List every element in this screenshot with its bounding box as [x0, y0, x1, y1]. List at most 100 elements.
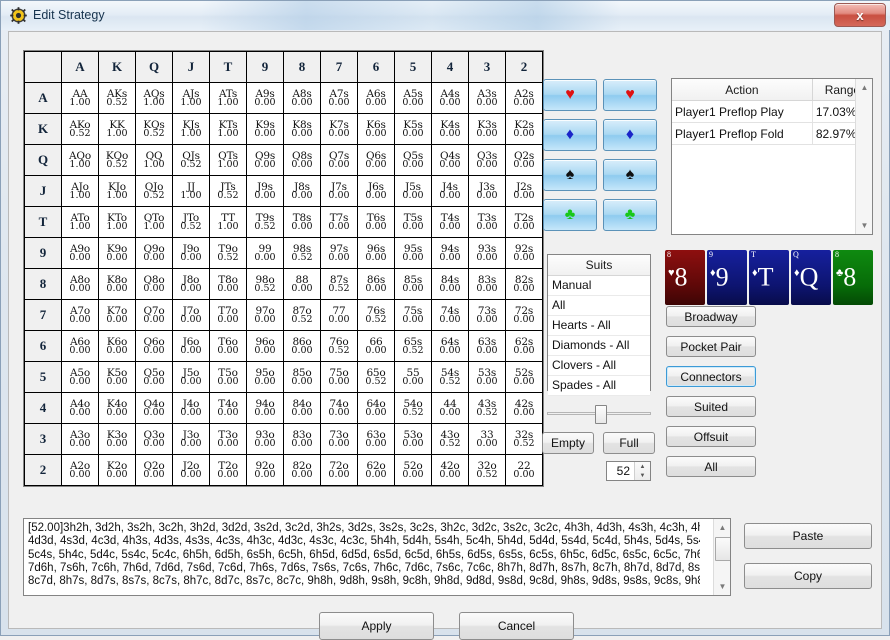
hand-cell[interactable]: 33 0.00 — [468, 423, 506, 455]
hand-cell[interactable]: 82o 0.00 — [283, 454, 321, 486]
hand-cell[interactable]: A8o 0.00 — [61, 268, 99, 300]
hand-cell[interactable]: 88 0.00 — [283, 268, 321, 300]
hand-cell[interactable]: Q4s 0.00 — [431, 144, 469, 176]
table-row[interactable]: Player1 Preflop Fold 82.97% — [672, 122, 872, 145]
hand-cell[interactable]: K6s 0.00 — [357, 113, 395, 145]
hand-cell[interactable]: 84o 0.00 — [283, 392, 321, 424]
hand-cell[interactable]: T4o 0.00 — [209, 392, 247, 424]
hand-cell[interactable]: 92s 0.00 — [505, 237, 543, 269]
hand-cell[interactable]: T6s 0.00 — [357, 206, 395, 238]
hand-cell[interactable]: 52o 0.00 — [394, 454, 432, 486]
hand-cell[interactable]: A3o 0.00 — [61, 423, 99, 455]
hand-cell[interactable]: 65o 0.52 — [357, 361, 395, 393]
hand-cell[interactable]: JTo 0.52 — [172, 206, 210, 238]
hand-cell[interactable]: K3o 0.00 — [98, 423, 136, 455]
hand-cell[interactable]: Q7s 0.00 — [320, 144, 358, 176]
card-q-diamonds[interactable]: Q ♦Q — [791, 250, 831, 305]
hand-cell[interactable]: 32o 0.52 — [468, 454, 506, 486]
full-button[interactable]: Full — [603, 432, 655, 454]
hand-cell[interactable]: AQo 1.00 — [61, 144, 99, 176]
hand-cell[interactable]: 66 0.00 — [357, 330, 395, 362]
hand-cell[interactable]: J6o 0.00 — [172, 330, 210, 362]
empty-button[interactable]: Empty — [542, 432, 594, 454]
hand-cell[interactable]: A7o 0.00 — [61, 299, 99, 331]
hand-cell[interactable]: AA 1.00 — [61, 82, 99, 114]
paste-button[interactable]: Paste — [744, 523, 872, 549]
hand-cell[interactable]: TT 1.00 — [209, 206, 247, 238]
hand-cell[interactable]: J4s 0.00 — [431, 175, 469, 207]
hand-cell[interactable]: 93s 0.00 — [468, 237, 506, 269]
hand-cell[interactable]: J9s 0.00 — [246, 175, 284, 207]
weight-slider[interactable] — [547, 404, 651, 424]
all-button[interactable]: All — [666, 456, 756, 477]
hand-cell[interactable]: 84s 0.00 — [431, 268, 469, 300]
hand-cell[interactable]: J6s 0.00 — [357, 175, 395, 207]
hand-cell[interactable]: 64o 0.00 — [357, 392, 395, 424]
hand-cell[interactable]: QJs 0.52 — [172, 144, 210, 176]
hand-cell[interactable]: 42o 0.00 — [431, 454, 469, 486]
spinner-down-icon[interactable]: ▼ — [635, 471, 650, 480]
hand-cell[interactable]: J8o 0.00 — [172, 268, 210, 300]
hand-cell[interactable]: 86s 0.00 — [357, 268, 395, 300]
hand-cell[interactable]: K2o 0.00 — [98, 454, 136, 486]
hand-cell[interactable]: T2o 0.00 — [209, 454, 247, 486]
hand-cell[interactable]: K9s 0.00 — [246, 113, 284, 145]
hand-cell[interactable]: Q3s 0.00 — [468, 144, 506, 176]
hand-cell[interactable]: 98s 0.52 — [283, 237, 321, 269]
hand-cell[interactable]: Q2s 0.00 — [505, 144, 543, 176]
copy-button[interactable]: Copy — [744, 563, 872, 589]
hand-cell[interactable]: KTs 1.00 — [209, 113, 247, 145]
hand-cell[interactable]: Q3o 0.00 — [135, 423, 173, 455]
hand-cell[interactable]: 53s 0.00 — [468, 361, 506, 393]
suit-button-club-2[interactable]: ♣ — [603, 199, 657, 231]
hand-cell[interactable]: 94s 0.00 — [431, 237, 469, 269]
scroll-up-icon[interactable]: ▲ — [714, 519, 730, 536]
hand-cell[interactable]: A9s 0.00 — [246, 82, 284, 114]
hand-cell[interactable]: 74o 0.00 — [320, 392, 358, 424]
hand-cell[interactable]: Q4o 0.00 — [135, 392, 173, 424]
hand-cell[interactable]: 97s 0.00 — [320, 237, 358, 269]
offsuit-button[interactable]: Offsuit — [666, 426, 756, 447]
hand-cell[interactable]: T8s 0.00 — [283, 206, 321, 238]
hand-cell[interactable]: 87s 0.52 — [320, 268, 358, 300]
hand-cell[interactable]: K2s 0.00 — [505, 113, 543, 145]
count-spinner[interactable]: 52 ▲ ▼ — [606, 461, 651, 481]
suits-list-item[interactable]: Diamonds - All — [548, 336, 650, 356]
hand-cell[interactable]: K4o 0.00 — [98, 392, 136, 424]
hand-cell[interactable]: 87o 0.52 — [283, 299, 321, 331]
hand-cell[interactable]: T9s 0.52 — [246, 206, 284, 238]
hand-cell[interactable]: A2o 0.00 — [61, 454, 99, 486]
hand-cell[interactable]: T4s 0.00 — [431, 206, 469, 238]
hand-cell[interactable]: 62s 0.00 — [505, 330, 543, 362]
close-button[interactable]: x — [834, 3, 886, 27]
hand-cell[interactable]: J2o 0.00 — [172, 454, 210, 486]
hand-cell[interactable]: 83o 0.00 — [283, 423, 321, 455]
card-9-diamonds[interactable]: 9 ♦9 — [707, 250, 747, 305]
hand-cell[interactable]: T2s 0.00 — [505, 206, 543, 238]
hand-cell[interactable]: KTo 1.00 — [98, 206, 136, 238]
hand-cell[interactable]: AKo 0.52 — [61, 113, 99, 145]
hand-cell[interactable]: QJo 0.52 — [135, 175, 173, 207]
hand-cell[interactable]: T8o 0.00 — [209, 268, 247, 300]
hand-cell[interactable]: T6o 0.00 — [209, 330, 247, 362]
range-text-scrollbar[interactable]: ▲ ▼ — [713, 519, 730, 595]
suits-list-item[interactable]: All — [548, 296, 650, 316]
scroll-up-icon[interactable]: ▲ — [856, 79, 873, 96]
hand-cell[interactable]: 96s 0.00 — [357, 237, 395, 269]
hand-cell[interactable]: K7s 0.00 — [320, 113, 358, 145]
hand-cell[interactable]: 97o 0.00 — [246, 299, 284, 331]
table-row[interactable]: Player1 Preflop Play 17.03% — [672, 100, 872, 123]
hand-cell[interactable]: K3s 0.00 — [468, 113, 506, 145]
hand-cell[interactable]: J7o 0.00 — [172, 299, 210, 331]
suit-button-heart-2[interactable]: ♥ — [603, 79, 657, 111]
range-text-area[interactable]: [52.00]3h2h, 3d2h, 3s2h, 3c2h, 3h2d, 3d2… — [23, 518, 731, 596]
hand-cell[interactable]: AJo 1.00 — [61, 175, 99, 207]
hand-cell[interactable]: 86o 0.00 — [283, 330, 321, 362]
hand-cell[interactable]: 73s 0.00 — [468, 299, 506, 331]
hand-cell[interactable]: Q6o 0.00 — [135, 330, 173, 362]
suits-list-item[interactable]: Spades - All — [548, 376, 650, 396]
slider-thumb[interactable] — [595, 405, 607, 424]
hand-cell[interactable]: Q7o 0.00 — [135, 299, 173, 331]
hand-cell[interactable]: 85o 0.00 — [283, 361, 321, 393]
hand-cell[interactable]: 82s 0.00 — [505, 268, 543, 300]
